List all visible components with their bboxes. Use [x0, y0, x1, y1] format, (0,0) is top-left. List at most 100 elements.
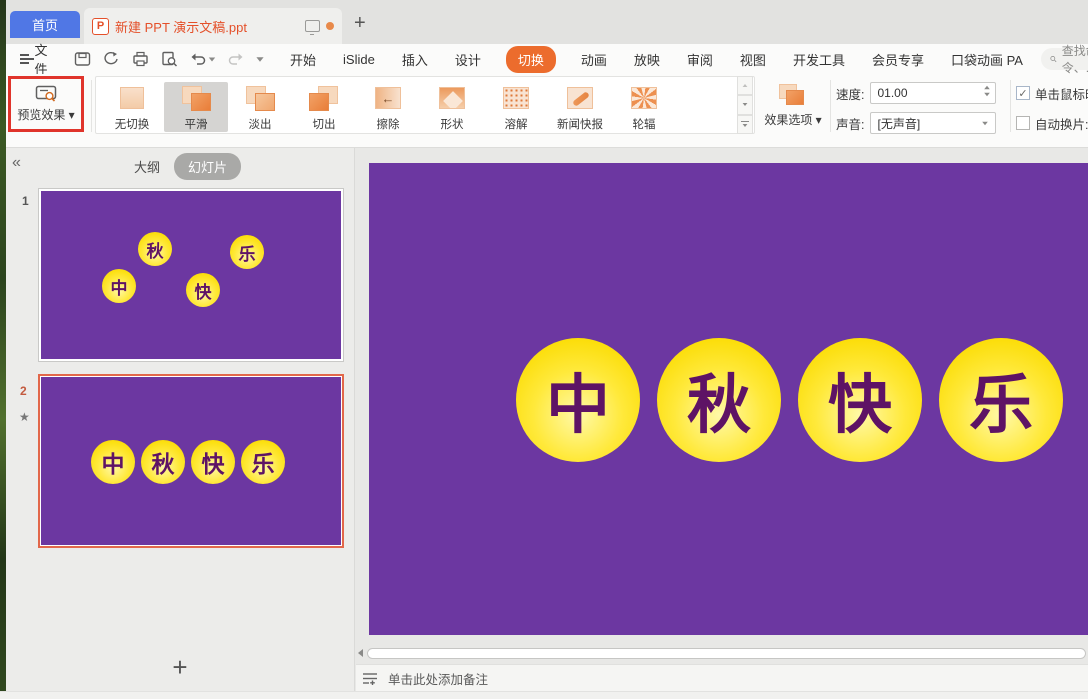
transition-newsflash-icon	[563, 85, 597, 113]
undo-icon[interactable]	[190, 52, 216, 66]
speed-label: 速度:	[836, 84, 864, 103]
notes-placeholder: 单击此处添加备注	[388, 669, 488, 688]
transition-none-icon	[115, 85, 149, 113]
transition-smooth-selected[interactable]: 平滑	[164, 82, 228, 132]
transition-wheel-spokes[interactable]: 轮辐	[612, 82, 676, 132]
tab-view[interactable]: 视图	[738, 47, 768, 72]
document-tab-title: 新建 PPT 演示文稿.ppt	[115, 17, 299, 36]
search-placeholder: 查找命令、...	[1062, 42, 1088, 76]
notes-bar[interactable]: 单击此处添加备注	[356, 664, 1088, 691]
slide-2-thumbnail-selected[interactable]: 中 秋 快 乐	[38, 374, 344, 548]
transition-newsflash[interactable]: 新闻快报	[548, 82, 612, 132]
menu-items: 开始 iSlide 插入 设计 切换 动画 放映 审阅 视图 开发工具 会员专享…	[288, 46, 1025, 73]
toolbar-more-icon[interactable]	[256, 57, 263, 62]
slides-tab-active[interactable]: 幻灯片	[174, 153, 241, 180]
speed-input[interactable]: 01.00	[870, 82, 996, 104]
transition-cutout[interactable]: 切出	[292, 82, 356, 132]
preview-effect-icon	[35, 85, 57, 103]
checkbox-checked-icon[interactable]: ✓	[1016, 86, 1030, 100]
slide-circle-char[interactable]: 快	[798, 338, 922, 462]
tab-insert[interactable]: 插入	[400, 47, 430, 72]
transition-shape[interactable]: 形状	[420, 82, 484, 132]
outline-tab[interactable]: 大纲	[134, 157, 160, 176]
ppt-app-icon: P	[92, 18, 109, 35]
gallery-scroll-strip	[737, 76, 753, 134]
undo-dropdown-icon[interactable]	[209, 57, 215, 61]
slide2-circle-char: 中	[91, 440, 135, 484]
scroll-left-icon[interactable]	[358, 649, 363, 657]
speed-spinner-icons[interactable]	[983, 85, 991, 97]
gallery-expand-icon[interactable]	[737, 115, 753, 134]
tab-transitions-active[interactable]: 切换	[506, 46, 556, 73]
sound-dropdown[interactable]: [无声音]	[870, 112, 996, 134]
home-tab[interactable]: 首页	[10, 11, 80, 38]
transition-dissolve[interactable]: 溶解	[484, 82, 548, 132]
tab-review[interactable]: 审阅	[685, 47, 715, 72]
unsaved-indicator-dot	[326, 22, 334, 30]
tab-islide[interactable]: iSlide	[341, 49, 377, 70]
slide-1-number: 1	[22, 194, 29, 208]
sound-value: [无声音]	[877, 115, 920, 132]
tab-animation[interactable]: 动画	[579, 47, 609, 72]
on-mouse-click-label: 单击鼠标时换片	[1035, 84, 1088, 103]
new-tab-button[interactable]: +	[354, 12, 366, 34]
auto-advance-option[interactable]: 自动换片:	[1016, 112, 1088, 134]
transition-wipe-icon: ←	[371, 85, 405, 113]
transition-star-icon[interactable]: ★	[19, 410, 30, 424]
slide1-circle-char: 中	[102, 269, 136, 303]
status-bar	[0, 691, 1088, 699]
tab-devtools[interactable]: 开发工具	[791, 47, 847, 72]
transition-none[interactable]: 无切换	[100, 82, 164, 132]
tab-pocket-animation[interactable]: 口袋动画 PA	[949, 47, 1025, 72]
on-mouse-click-option[interactable]: ✓ 单击鼠标时换片	[1016, 82, 1088, 104]
slide1-circle-char: 乐	[230, 235, 264, 269]
slide-panel: « 大纲 幻灯片 1 中 秋 快 乐 2 ★ 中 秋 快 乐	[6, 148, 355, 691]
effect-options-label: 效果选项 ▾	[764, 111, 821, 128]
sound-dropdown-caret-icon	[983, 122, 989, 126]
ribbon-separator	[1010, 80, 1011, 132]
output-icon[interactable]	[103, 51, 120, 67]
ribbon-separator	[830, 80, 831, 132]
home-tab-label: 首页	[32, 15, 58, 34]
present-mode-icon[interactable]	[305, 20, 320, 32]
file-menu-label: 文件	[34, 40, 52, 78]
tab-start[interactable]: 开始	[288, 47, 318, 72]
effect-options-icon	[776, 83, 810, 107]
transition-gallery: 无切换 平滑 淡出 切出 ← 擦除 形状	[95, 76, 755, 134]
gallery-scroll-down-icon[interactable]	[737, 95, 753, 114]
document-tab[interactable]: P 新建 PPT 演示文稿.ppt	[84, 8, 342, 44]
tab-design[interactable]: 设计	[453, 47, 483, 72]
speed-control-row: 速度: 01.00	[836, 82, 996, 104]
slide-circle-char[interactable]: 秋	[657, 338, 781, 462]
save-icon[interactable]	[74, 51, 91, 67]
menu-bar: 文件 开始 iSlide 插入 设计 切换 动画 放映 审阅 视图 开发工具 会…	[6, 44, 1088, 74]
add-slide-button[interactable]: +	[172, 652, 187, 683]
transition-wheel-icon	[627, 85, 661, 113]
checkbox-unchecked-icon[interactable]	[1016, 116, 1030, 130]
transition-wipe[interactable]: ← 擦除	[356, 82, 420, 132]
print-preview-icon[interactable]	[161, 51, 178, 67]
current-slide-canvas[interactable]: 中 秋 快 乐	[369, 163, 1088, 635]
quick-access-toolbar	[64, 51, 274, 67]
gallery-scroll-up-icon[interactable]	[737, 76, 753, 95]
slide-panel-footer: +	[6, 643, 354, 691]
tab-slideshow[interactable]: 放映	[632, 47, 662, 72]
transition-fade[interactable]: 淡出	[228, 82, 292, 132]
slide-circle-char[interactable]: 中	[516, 338, 640, 462]
transition-shape-icon	[435, 85, 469, 113]
slide2-circle-char: 乐	[241, 440, 285, 484]
effect-options-button[interactable]: 效果选项 ▾	[762, 77, 824, 133]
tab-member[interactable]: 会员专享	[870, 47, 926, 72]
redo-icon[interactable]	[228, 52, 244, 66]
scrollbar-track[interactable]	[367, 648, 1086, 659]
preview-effect-button[interactable]: 预览效果 ▾	[8, 76, 84, 132]
command-search-box[interactable]: 查找命令、...	[1041, 48, 1088, 70]
horizontal-scrollbar[interactable]	[356, 646, 1088, 660]
file-menu[interactable]: 文件	[6, 40, 64, 78]
slide-circle-char[interactable]: 乐	[939, 338, 1063, 462]
collapse-panel-icon[interactable]: «	[12, 154, 21, 172]
print-icon[interactable]	[132, 51, 149, 67]
auto-advance-label: 自动换片:	[1035, 114, 1088, 133]
slide-2-canvas: 中 秋 快 乐	[41, 377, 341, 545]
slide-1-thumbnail[interactable]: 中 秋 快 乐	[38, 188, 344, 362]
